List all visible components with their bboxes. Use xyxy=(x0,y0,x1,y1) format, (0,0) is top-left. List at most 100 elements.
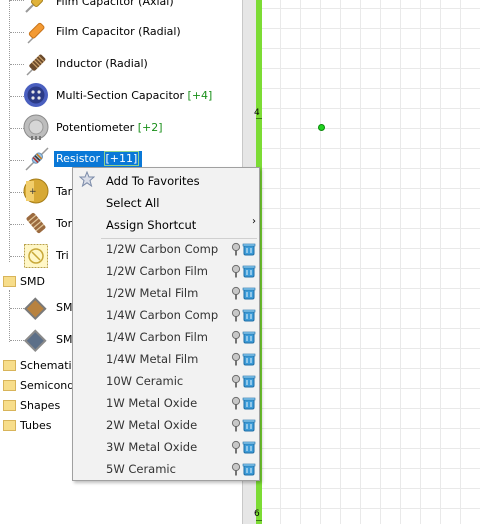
menu-item-variant[interactable]: 1/4W Carbon Comp xyxy=(73,304,259,326)
variant-label: 1/2W Carbon Comp xyxy=(106,242,219,256)
pin-icon[interactable] xyxy=(229,330,243,344)
tree-item-inductor-radial[interactable]: Inductor (Radial) xyxy=(56,56,148,72)
menu-item-variant[interactable]: 1/2W Carbon Comp xyxy=(73,238,259,260)
tree-item-smd-1[interactable]: SM xyxy=(56,300,72,316)
tree-connector xyxy=(9,290,10,342)
variant-label: 10W Ceramic xyxy=(106,374,184,388)
menu-item-add-to-favorites[interactable]: Add To Favorites xyxy=(106,170,200,192)
tree-item-film-capacitor-axial[interactable]: Film Capacitor (Axial) xyxy=(56,0,174,10)
tree-connector xyxy=(10,96,24,97)
delete-bin-icon[interactable] xyxy=(242,440,256,454)
pin-icon[interactable] xyxy=(229,242,243,256)
tree-connector xyxy=(10,128,24,129)
tree-item-potentiometer[interactable]: Potentiometer [+2] xyxy=(56,120,163,136)
multi-section-capacitor-icon xyxy=(24,83,48,107)
tree-item-film-capacitor-radial[interactable]: Film Capacitor (Radial) xyxy=(56,24,181,40)
submenu-arrow-icon: › xyxy=(252,216,256,227)
tree-folder-shapes[interactable]: Shapes xyxy=(20,399,60,412)
pin-icon[interactable] xyxy=(229,418,243,432)
favorite-star-icon xyxy=(79,171,95,187)
pin-icon[interactable] xyxy=(229,352,243,366)
delete-bin-icon[interactable] xyxy=(242,418,256,432)
menu-item-variant[interactable]: 1/4W Carbon Film xyxy=(73,326,259,348)
menu-item-variant[interactable]: 1/4W Metal Film xyxy=(73,348,259,370)
variant-label: 1W Metal Oxide xyxy=(106,396,198,410)
svg-text:+: + xyxy=(29,187,37,197)
variant-label: 1/4W Carbon Comp xyxy=(106,308,219,322)
smd-component-icon xyxy=(23,297,47,321)
tree-item-smd-2[interactable]: SM xyxy=(56,332,72,348)
variant-label: 1/4W Metal Film xyxy=(106,352,199,366)
tree-connector xyxy=(10,32,24,33)
delete-bin-icon[interactable] xyxy=(242,396,256,410)
delete-bin-icon[interactable] xyxy=(242,286,256,300)
pin-icon[interactable] xyxy=(229,396,243,410)
menu-item-assign-shortcut[interactable]: Assign Shortcut xyxy=(106,214,196,236)
delete-bin-icon[interactable] xyxy=(242,242,256,256)
pin-icon[interactable] xyxy=(229,440,243,454)
variant-label: 3W Metal Oxide xyxy=(106,440,198,454)
tree-folder-tubes[interactable]: Tubes xyxy=(20,419,52,432)
tree-item-trimmer[interactable]: Tri xyxy=(56,248,69,264)
variant-count-badge: [+11] xyxy=(103,151,140,166)
film-capacitor-axial-icon xyxy=(25,0,44,13)
menu-item-variant[interactable]: 5W Ceramic xyxy=(73,458,259,480)
pin-icon[interactable] xyxy=(229,264,243,278)
variant-count-badge: [+4] xyxy=(187,89,213,102)
variant-count-badge: [+2] xyxy=(137,121,163,134)
tree-connector xyxy=(10,340,24,341)
menu-item-variant[interactable]: 1/2W Metal Film xyxy=(73,282,259,304)
variant-label: 1/2W Carbon Film xyxy=(106,264,208,278)
tree-connector xyxy=(9,0,10,262)
menu-item-variant[interactable]: 1W Metal Oxide xyxy=(73,392,259,414)
tree-connector xyxy=(10,192,24,193)
menu-item-variant[interactable]: 3W Metal Oxide xyxy=(73,436,259,458)
menu-item-variant[interactable]: 1/2W Carbon Film xyxy=(73,260,259,282)
tree-folder-smd[interactable]: SMD xyxy=(20,275,45,288)
ruler-label: 4 xyxy=(254,108,260,118)
tantalum-capacitor-icon: + xyxy=(23,178,49,204)
tree-connector xyxy=(10,224,24,225)
tree-connector xyxy=(10,308,24,309)
delete-bin-icon[interactable] xyxy=(242,462,256,476)
canvas-point-marker[interactable] xyxy=(318,124,325,131)
ruler-label: 6 xyxy=(254,509,260,519)
film-capacitor-radial-icon xyxy=(27,22,45,44)
inductor-radial-icon xyxy=(26,54,46,76)
delete-bin-icon[interactable] xyxy=(242,264,256,278)
tree-connector xyxy=(10,0,24,1)
folder-icon xyxy=(3,380,16,391)
variant-label: 2W Metal Oxide xyxy=(106,418,198,432)
tree-item-multi-section-capacitor[interactable]: Multi-Section Capacitor [+4] xyxy=(56,88,212,104)
tree-item-resistor[interactable]: Resistor [+11] xyxy=(54,151,143,167)
menu-item-variant[interactable]: 10W Ceramic xyxy=(73,370,259,392)
folder-icon xyxy=(3,276,16,287)
pin-icon[interactable] xyxy=(229,374,243,388)
folder-icon xyxy=(3,400,16,411)
variant-label: 1/2W Metal Film xyxy=(106,286,199,300)
tree-connector xyxy=(10,256,24,257)
tree-connector xyxy=(10,64,24,65)
tree-folder-schematic[interactable]: Schematic xyxy=(20,359,78,372)
tree-item-tantalum[interactable]: Tar xyxy=(56,184,72,200)
trimmer-icon xyxy=(24,244,48,268)
toroid-icon xyxy=(26,212,46,234)
pin-icon[interactable] xyxy=(229,462,243,476)
delete-bin-icon[interactable] xyxy=(242,308,256,322)
potentiometer-icon xyxy=(23,114,49,140)
menu-item-variant[interactable]: 2W Metal Oxide xyxy=(73,414,259,436)
folder-icon xyxy=(3,360,16,371)
menu-item-select-all[interactable]: Select All xyxy=(106,192,159,214)
variant-label: 5W Ceramic xyxy=(106,462,176,476)
variant-label: 1/4W Carbon Film xyxy=(106,330,208,344)
pin-icon[interactable] xyxy=(229,286,243,300)
tree-item-toroid[interactable]: Tor xyxy=(56,216,72,232)
drawing-canvas[interactable] xyxy=(262,0,480,524)
delete-bin-icon[interactable] xyxy=(242,352,256,366)
pin-icon[interactable] xyxy=(229,308,243,322)
tree-connector xyxy=(10,160,24,161)
smd-component-icon xyxy=(23,329,47,353)
context-menu[interactable]: Add To Favorites Select All Assign Short… xyxy=(72,167,260,481)
delete-bin-icon[interactable] xyxy=(242,330,256,344)
delete-bin-icon[interactable] xyxy=(242,374,256,388)
